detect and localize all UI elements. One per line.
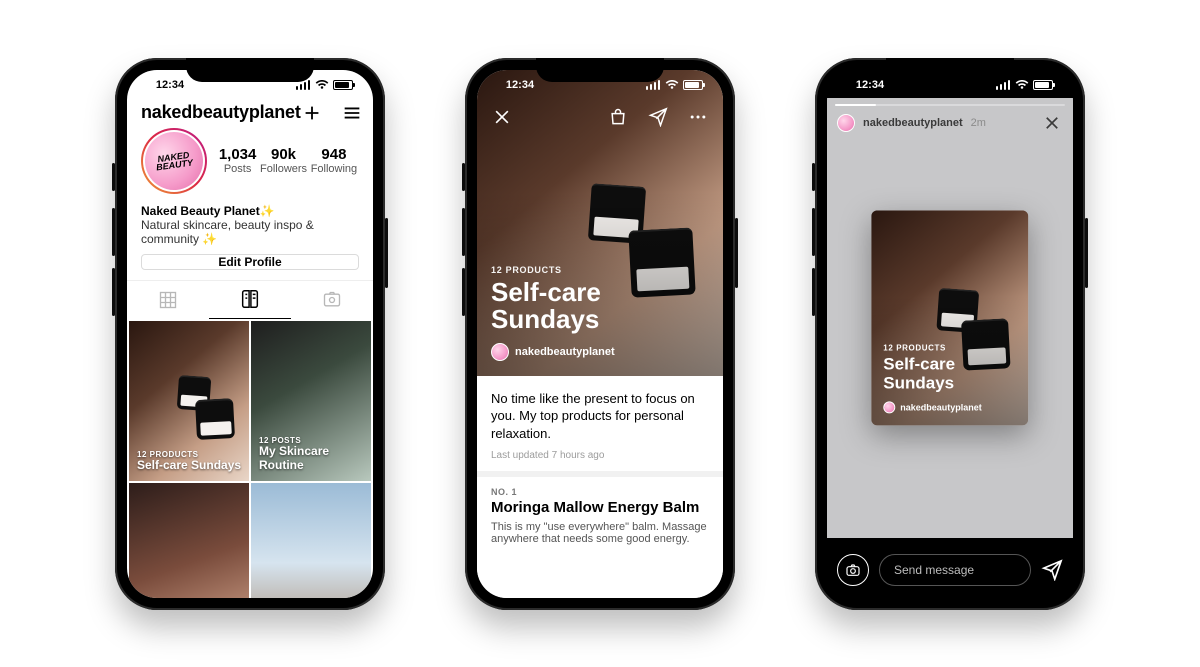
tab-guides[interactable] [209, 281, 291, 319]
stat-following[interactable]: 948Following [311, 146, 357, 175]
wifi-icon [315, 80, 329, 90]
phone-guide-detail: 12:34 12 PRODUCTS Self-care Sundays [465, 58, 735, 610]
close-icon[interactable] [491, 106, 513, 128]
stat-followers[interactable]: 90kFollowers [260, 146, 307, 175]
guide-count: 12 PRODUCTS [491, 265, 709, 275]
story-frame[interactable]: nakedbeautyplanet 2m 12 PRODUCTS Self-ca… [827, 98, 1073, 538]
status-time: 12:34 [147, 79, 193, 91]
shop-icon[interactable] [607, 106, 629, 128]
phone-profile: 12:34 nakedbeautyplanet NAKED BEAUTY 1,0… [115, 58, 385, 610]
guide-tile-2[interactable]: 12 POSTSMy Skincare Routine [251, 321, 371, 481]
story-age: 2m [971, 117, 986, 129]
profile-tabs [127, 280, 373, 319]
device-notch [186, 58, 314, 82]
profile-username[interactable]: nakedbeautyplanet [141, 102, 301, 123]
guide-tile-1[interactable]: 12 PRODUCTSSelf-care Sundays [129, 321, 249, 481]
guide-item-1[interactable]: NO. 1 Moringa Mallow Energy Balm This is… [477, 477, 723, 555]
story-progress [835, 104, 1065, 106]
phone-story: 12:34 nakedbeautyplanet 2m 12 PRODUCTS [815, 58, 1085, 610]
story-avatar[interactable] [837, 114, 855, 132]
share-icon[interactable] [647, 106, 669, 128]
guide-header: 12 PRODUCTS Self-care Sundays nakedbeaut… [491, 265, 709, 362]
status-time: 12:34 [497, 79, 543, 91]
battery-icon [1033, 80, 1053, 90]
wifi-icon [1015, 80, 1029, 90]
new-post-icon[interactable] [301, 102, 323, 124]
camera-button[interactable] [837, 554, 869, 586]
close-icon[interactable] [1041, 112, 1063, 134]
guide-author[interactable]: nakedbeautyplanet [491, 343, 709, 361]
card-author-avatar [883, 401, 895, 413]
story-author[interactable]: nakedbeautyplanet [863, 117, 963, 129]
stat-posts[interactable]: 1,034Posts [219, 146, 257, 175]
device-notch [886, 58, 1014, 82]
sparkle-icon: ✨ [260, 204, 275, 218]
tab-tagged[interactable] [291, 281, 373, 319]
display-name: Naked Beauty Planet [141, 204, 260, 218]
reply-input[interactable]: Send message [879, 554, 1031, 586]
wifi-icon [665, 80, 679, 90]
author-avatar [491, 343, 509, 361]
menu-icon[interactable] [341, 102, 363, 124]
profile-header: nakedbeautyplanet [127, 102, 373, 124]
send-icon[interactable] [1041, 559, 1063, 581]
guide-updated: Last updated 7 hours ago [477, 450, 723, 471]
profile-avatar[interactable]: NAKED BEAUTY [141, 128, 207, 194]
tab-grid[interactable] [127, 281, 209, 319]
guide-tile-3[interactable] [129, 483, 249, 598]
battery-icon [333, 80, 353, 90]
story-guide-card[interactable]: 12 PRODUCTS Self-care Sundays nakedbeaut… [871, 210, 1028, 425]
bio-description: Natural skincare, beauty inspo & communi… [141, 218, 359, 246]
guide-tile-4[interactable] [251, 483, 371, 598]
guide-title: Self-care Sundays [491, 279, 709, 334]
status-time: 12:34 [847, 79, 893, 91]
more-icon[interactable] [687, 106, 709, 128]
guide-description: No time like the present to focus on you… [477, 376, 723, 451]
edit-profile-button[interactable]: Edit Profile [141, 254, 359, 270]
battery-icon [683, 80, 703, 90]
device-notch [536, 58, 664, 82]
